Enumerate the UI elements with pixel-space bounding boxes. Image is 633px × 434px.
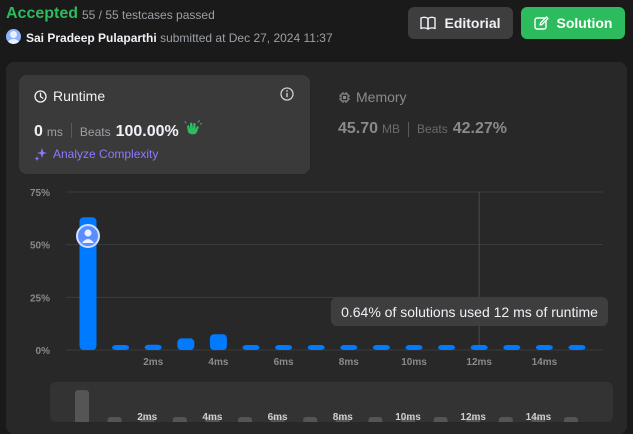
runtime-distribution-chart[interactable]: 75% 50% 25% 0% 2ms 4ms 6ms 8ms 10ms 12ms 14ms	[0, 180, 633, 375]
avatar[interactable]	[6, 29, 21, 44]
mini-tick-label: 6ms	[268, 412, 288, 422]
chart-tooltip: 0.64% of solutions used 12 ms of runtime	[331, 297, 608, 326]
sparkle-icon	[34, 148, 47, 161]
chart-bar[interactable]	[535, 345, 553, 350]
chart-bar[interactable]	[144, 344, 162, 350]
memory-beats-value: 42.27%	[452, 120, 507, 137]
divider	[408, 121, 410, 137]
chart-bar[interactable]	[372, 345, 390, 350]
memory-heading: Memory	[338, 89, 407, 105]
mini-bar	[433, 417, 448, 422]
memory-value: 45.70	[338, 120, 379, 137]
edit-icon	[533, 15, 549, 30]
mini-tick-label: 2ms	[137, 412, 157, 422]
chart-bar[interactable]	[470, 345, 488, 350]
submitted-time: submitted at Dec 27, 2024 11:37	[160, 31, 333, 45]
editorial-button[interactable]: Editorial	[408, 7, 513, 39]
x-tick-label: 6ms	[274, 357, 294, 368]
mini-bar	[75, 390, 89, 422]
submission-header: Accepted 55 / 55 testcases passed Sai Pr…	[0, 0, 633, 60]
range-selector-chart[interactable]: 2ms 4ms 6ms 8ms 10ms 12ms 14ms	[50, 382, 613, 422]
analyze-complexity-link[interactable]: Analyze Complexity	[34, 147, 158, 161]
chart-bar[interactable]	[340, 345, 358, 350]
mini-bar	[172, 417, 187, 422]
status-accepted: Accepted	[6, 5, 79, 22]
info-icon[interactable]	[280, 87, 294, 101]
mini-bar	[238, 417, 252, 422]
mini-bar	[564, 417, 578, 422]
x-tick-label: 4ms	[208, 357, 228, 368]
mini-bar	[368, 417, 383, 422]
chart-bar[interactable]	[568, 345, 586, 350]
runtime-heading: Runtime	[34, 88, 105, 104]
memory-title: Memory	[356, 89, 407, 105]
chart-bar[interactable]	[209, 334, 227, 350]
y-tick-label: 75%	[30, 188, 50, 199]
runtime-value: 0	[34, 123, 43, 140]
runtime-beats-value: 100.00%	[115, 123, 179, 140]
y-tick-label: 0%	[36, 346, 51, 357]
mini-tick-label: 4ms	[202, 412, 222, 422]
chart-bar[interactable]	[242, 345, 260, 350]
submission-meta: Sai Pradeep Pulaparthi submitted at Dec …	[26, 31, 333, 45]
mini-tick-label: 14ms	[526, 412, 552, 422]
y-tick-label: 25%	[30, 293, 50, 304]
runtime-card[interactable]: Runtime 0 ms Beats 100.00% Analyze Compl…	[19, 75, 310, 174]
chart-bar[interactable]	[438, 345, 456, 350]
mini-tick-label: 12ms	[460, 412, 486, 422]
runtime-title: Runtime	[53, 88, 106, 104]
book-icon	[420, 16, 437, 30]
chart-bar[interactable]	[307, 345, 325, 350]
runtime-beats-label: Beats	[79, 125, 111, 139]
solution-label: Solution	[556, 15, 613, 31]
chart-bar[interactable]	[177, 338, 195, 350]
clapping-hands-icon	[184, 120, 202, 135]
editorial-label: Editorial	[444, 15, 501, 31]
clock-icon	[34, 89, 47, 103]
mini-tick-label: 8ms	[333, 412, 353, 422]
chart-bar[interactable]	[503, 345, 521, 350]
chart-bar[interactable]	[112, 345, 130, 350]
user-name[interactable]: Sai Pradeep Pulaparthi	[26, 31, 157, 45]
memory-metric: 45.70 MB Beats 42.27%	[338, 120, 507, 138]
chart-bar[interactable]	[275, 345, 293, 350]
mini-tick-label: 10ms	[395, 412, 421, 422]
testcases-passed: 55 / 55 testcases passed	[82, 8, 215, 22]
analyze-label: Analyze Complexity	[53, 147, 159, 161]
x-tick-label: 10ms	[401, 357, 427, 368]
memory-beats-label: Beats	[417, 122, 448, 136]
marker-head	[84, 229, 92, 237]
runtime-metric: 0 ms Beats 100.00%	[34, 120, 202, 141]
chip-icon	[339, 91, 350, 103]
divider	[70, 123, 72, 138]
memory-unit: MB	[382, 122, 401, 136]
x-tick-label: 12ms	[466, 357, 492, 368]
runtime-unit: ms	[46, 125, 63, 139]
your-submission-marker[interactable]	[76, 224, 100, 248]
x-tick-label: 14ms	[532, 357, 558, 368]
mini-bar	[498, 417, 513, 422]
mini-bar	[303, 417, 318, 422]
y-tick-label: 50%	[30, 241, 50, 252]
mini-bar	[107, 417, 122, 422]
solution-button[interactable]: Solution	[521, 7, 625, 39]
x-tick-label: 8ms	[339, 357, 359, 368]
memory-card[interactable]: Memory 45.70 MB Beats 42.27%	[338, 88, 598, 148]
x-tick-label: 2ms	[143, 357, 163, 368]
chart-bar[interactable]	[405, 345, 423, 350]
